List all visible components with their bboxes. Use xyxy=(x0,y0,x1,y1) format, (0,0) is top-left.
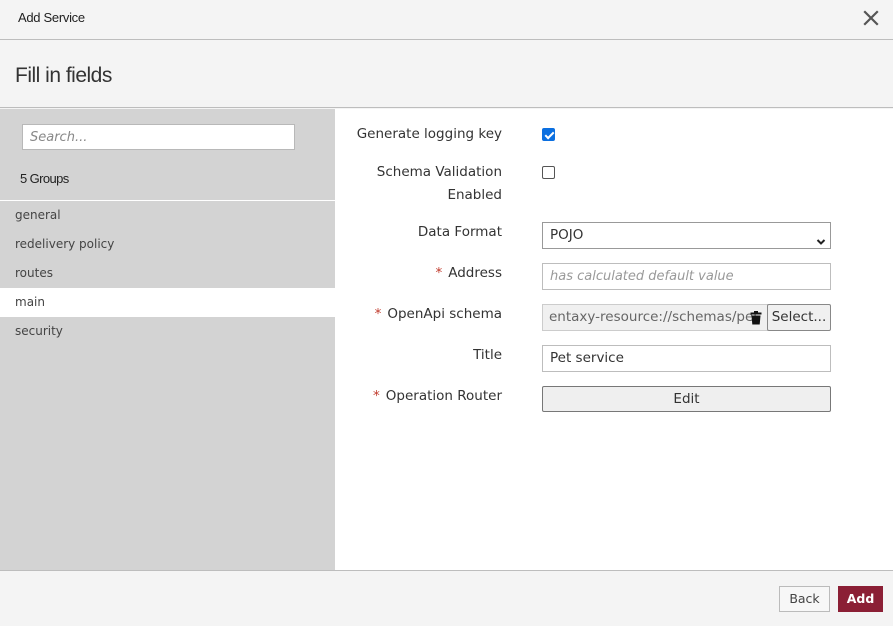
generate-logging-key-checkbox[interactable] xyxy=(542,128,555,141)
schema-validation-label-line1: Schema Validation xyxy=(376,164,502,180)
edit-operation-router-button[interactable]: Edit xyxy=(542,386,831,412)
sidebar-item-general[interactable]: general xyxy=(0,201,335,230)
dialog-footer: Back Add xyxy=(0,570,893,626)
openapi-schema-value: entaxy-resource://schemas/pet xyxy=(542,304,768,331)
operation-router-label: * Operation Router xyxy=(373,388,502,404)
generate-logging-key-label: Generate logging key xyxy=(356,126,502,142)
required-marker: * xyxy=(435,265,443,281)
search-input[interactable] xyxy=(22,124,295,150)
groups-count: 5 Groups xyxy=(20,171,69,186)
sidebar-item-routes[interactable]: routes xyxy=(0,259,335,288)
title-label: Title xyxy=(473,347,502,363)
required-marker: * xyxy=(374,306,382,322)
dialog-title: Add Service xyxy=(18,10,85,25)
address-input[interactable]: has calculated default value xyxy=(542,263,831,290)
schema-validation-label-line2: Enabled xyxy=(447,187,502,203)
dialog-titlebar: Add Service xyxy=(0,0,893,40)
openapi-schema-label: * OpenApi schema xyxy=(374,306,502,322)
group-list: general redelivery policy routes main se… xyxy=(0,201,335,346)
add-button[interactable]: Add xyxy=(838,586,883,612)
page-heading: Fill in fields xyxy=(15,64,112,87)
chevron-down-icon xyxy=(816,231,826,245)
dialog-subheader: Fill in fields xyxy=(0,40,893,108)
openapi-schema-picker: entaxy-resource://schemas/pet Select... xyxy=(542,304,831,331)
address-label: * Address xyxy=(435,265,502,281)
sidebar-item-security[interactable]: security xyxy=(0,317,335,346)
data-format-value: POJO xyxy=(550,227,584,243)
schema-validation-checkbox[interactable] xyxy=(542,166,555,179)
form-panel: Generate logging key Schema Validation E… xyxy=(335,109,893,570)
data-format-label: Data Format xyxy=(417,224,502,240)
close-icon[interactable] xyxy=(861,8,881,28)
title-input[interactable]: Pet service xyxy=(542,345,831,372)
required-marker: * xyxy=(373,388,380,404)
sidebar-item-redelivery-policy[interactable]: redelivery policy xyxy=(0,230,335,259)
trash-icon[interactable] xyxy=(750,310,762,325)
back-button[interactable]: Back xyxy=(779,586,830,612)
select-schema-button[interactable]: Select... xyxy=(767,304,831,331)
groups-sidebar: 5 Groups general redelivery policy route… xyxy=(0,109,335,570)
data-format-select[interactable]: POJO xyxy=(542,222,831,249)
sidebar-item-main[interactable]: main xyxy=(0,288,335,317)
